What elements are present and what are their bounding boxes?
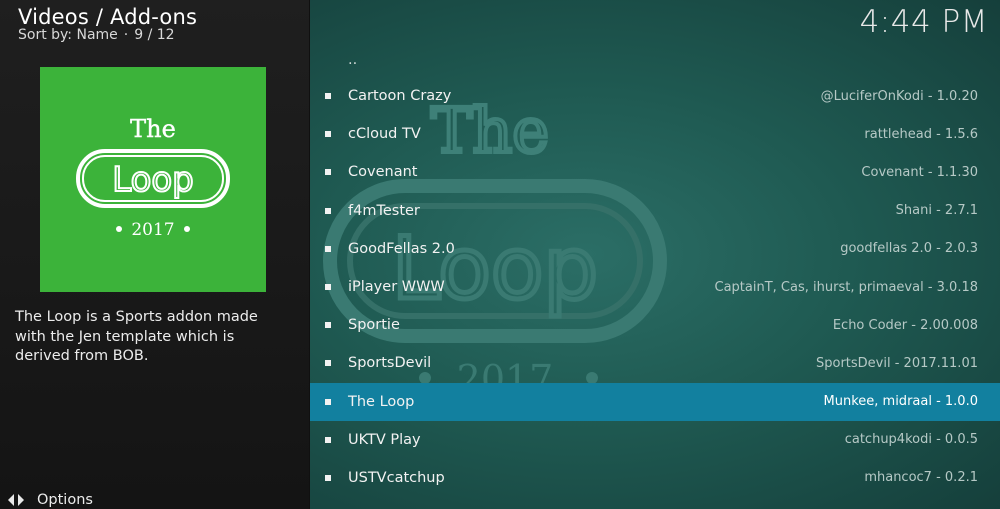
list-item[interactable]: USTVcatchup mhancoc7 - 0.2.1: [310, 459, 1000, 497]
list-item[interactable]: Cartoon Crazy @LuciferOnKodi - 1.0.20: [310, 77, 1000, 115]
item-name: SportsDevil: [348, 355, 432, 372]
the-loop-logo: The Loop 2017: [40, 67, 266, 292]
item-author-version: Shani - 2.7.1: [895, 203, 978, 219]
sort-label: Sort by: Name: [18, 27, 118, 43]
info-panel: Videos / Add-ons Sort by: Name · 9 / 12 Th…: [0, 0, 309, 509]
sort-info[interactable]: Sort by: Name · 9 / 12: [18, 27, 175, 43]
parent-folder-label: ..: [348, 52, 358, 68]
item-author-version: Covenant - 1.1.30: [861, 164, 978, 180]
list-item[interactable]: SportsDevil SportsDevil - 2017.11.01: [310, 344, 1000, 382]
item-name: iPlayer WWW: [348, 279, 445, 296]
bullet-icon: [325, 474, 331, 481]
item-name: Cartoon Crazy: [348, 88, 452, 105]
list-item[interactable]: Covenant Covenant - 1.1.30: [310, 153, 1000, 191]
list-item[interactable]: cCloud TV rattlehead - 1.5.6: [310, 115, 1000, 153]
addon-list-panel: The Loop 2017 4:44 PM .. Cartoon Crazy @L…: [310, 0, 1000, 509]
item-author-version: catchup4kodi - 0.0.5: [844, 432, 978, 448]
addon-description: The Loop is a Sports addon made with the…: [15, 309, 258, 364]
bullet-icon: [325, 93, 331, 100]
item-author-version: @LuciferOnKodi - 1.0.20: [820, 88, 978, 104]
item-name: UKTV Play: [348, 431, 421, 448]
item-name: GoodFellas 2.0: [348, 240, 455, 257]
options-label: Options: [37, 491, 93, 508]
options-arrows-icon: [8, 492, 24, 508]
logo-top-text: The: [130, 115, 176, 143]
item-name: cCloud TV: [348, 126, 421, 143]
item-author-version: goodfellas 2.0 - 2.0.3: [840, 241, 978, 257]
list-item[interactable]: GoodFellas 2.0 goodfellas 2.0 - 2.0.3: [310, 230, 1000, 268]
item-author-version: mhancoc7 - 0.2.1: [864, 470, 978, 486]
item-name: f4mTester: [348, 202, 420, 219]
item-name: Covenant: [348, 164, 418, 181]
list-item[interactable]: The Loop Munkee, midraal - 1.0.0: [310, 382, 1000, 421]
item-name: Sportie: [348, 317, 400, 334]
item-author-version: SportsDevil - 2017.11.01: [816, 355, 978, 371]
page-title: Videos / Add-ons: [18, 5, 198, 29]
item-author-version: CaptainT, Cas, ihurst, primaeval - 3.0.1…: [714, 279, 978, 295]
options-button[interactable]: Options: [8, 490, 93, 509]
list-item[interactable]: f4mTester Shani - 2.7.1: [310, 192, 1000, 230]
logo-main-text: Loop: [112, 160, 194, 200]
item-author-version: Echo Coder - 2.00.008: [832, 317, 978, 333]
clock: 4:44 PM: [859, 4, 988, 40]
bullet-icon: [325, 245, 331, 252]
bullet-icon: [325, 131, 331, 138]
bullet-icon: [325, 436, 331, 443]
addon-list: .. Cartoon Crazy @LuciferOnKodi - 1.0.20 c…: [310, 42, 1000, 497]
bullet-icon: [325, 360, 331, 367]
parent-folder-item[interactable]: ..: [310, 42, 1000, 77]
bullet-icon: [325, 322, 331, 329]
separator: ·: [123, 27, 129, 43]
item-author-version: rattlehead - 1.5.6: [864, 126, 978, 142]
logo-year-text: 2017: [131, 220, 174, 240]
item-name: USTVcatchup: [348, 469, 445, 486]
list-item[interactable]: UKTV Play catchup4kodi - 0.0.5: [310, 421, 1000, 459]
item-author-version: Munkee, midraal - 1.0.0: [823, 394, 978, 410]
kodi-window: Videos / Add-ons Sort by: Name · 9 / 12 Th…: [0, 0, 1000, 509]
bullet-icon: [325, 284, 331, 291]
bullet-icon: [325, 207, 331, 214]
list-item[interactable]: iPlayer WWW CaptainT, Cas, ihurst, primae…: [310, 268, 1000, 306]
list-item[interactable]: Sportie Echo Coder - 2.00.008: [310, 306, 1000, 344]
item-name: The Loop: [348, 393, 415, 410]
bullet-icon: [325, 169, 331, 176]
bullet-icon: [325, 398, 331, 405]
item-position: 9 / 12: [134, 27, 175, 43]
addon-thumbnail: The Loop 2017: [40, 67, 266, 292]
